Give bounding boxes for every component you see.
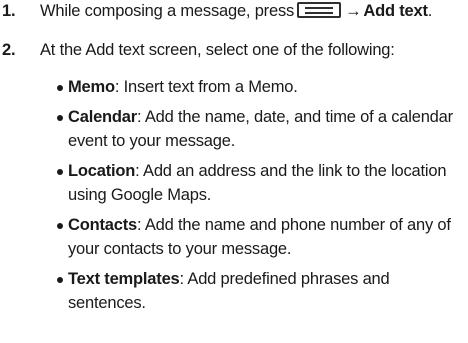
bullet-icon <box>57 168 63 175</box>
option-term: Memo <box>68 78 115 96</box>
list-item-location: Location: Add an address and the link to… <box>57 159 457 208</box>
step-2-number: 2. <box>2 41 16 59</box>
list-item-memo: Memo: Insert text from a Memo. <box>57 75 457 100</box>
menu-key-icon <box>297 2 342 18</box>
option-term: Contacts <box>68 215 137 234</box>
arrow-right-icon: → <box>345 2 362 20</box>
bullet-icon <box>57 114 63 121</box>
menu-icon-line-top <box>305 7 334 9</box>
step-1-action: Add text <box>363 2 428 20</box>
option-term: Text templates <box>68 269 180 288</box>
options-list: Memo: Insert text from a Memo. Calendar:… <box>57 75 457 321</box>
option-term: Location <box>68 161 136 180</box>
step-1-text: While composing a message, press → Add tex… <box>40 2 432 21</box>
menu-icon-line-bottom <box>305 12 334 14</box>
step-1-intro: While composing a message, press <box>40 2 295 20</box>
step-1-period: . <box>427 2 433 20</box>
option-term: Calendar <box>68 107 138 126</box>
step-2-text: At the Add text screen, select one of th… <box>40 41 395 59</box>
list-item-calendar: Calendar: Add the name, date, and time o… <box>57 105 457 154</box>
list-item-text-templates: Text templates: Add predefined phrases a… <box>57 267 457 316</box>
option-description: : Insert text from a Memo. <box>114 78 298 96</box>
list-item-contacts: Contacts: Add the name and phone number … <box>57 213 457 262</box>
step-1-number: 1. <box>2 2 16 20</box>
instruction-document: 1. While composing a message, press → Add … <box>0 0 468 343</box>
bullet-icon <box>57 222 63 229</box>
bullet-icon <box>57 276 63 283</box>
bullet-icon <box>57 85 63 91</box>
